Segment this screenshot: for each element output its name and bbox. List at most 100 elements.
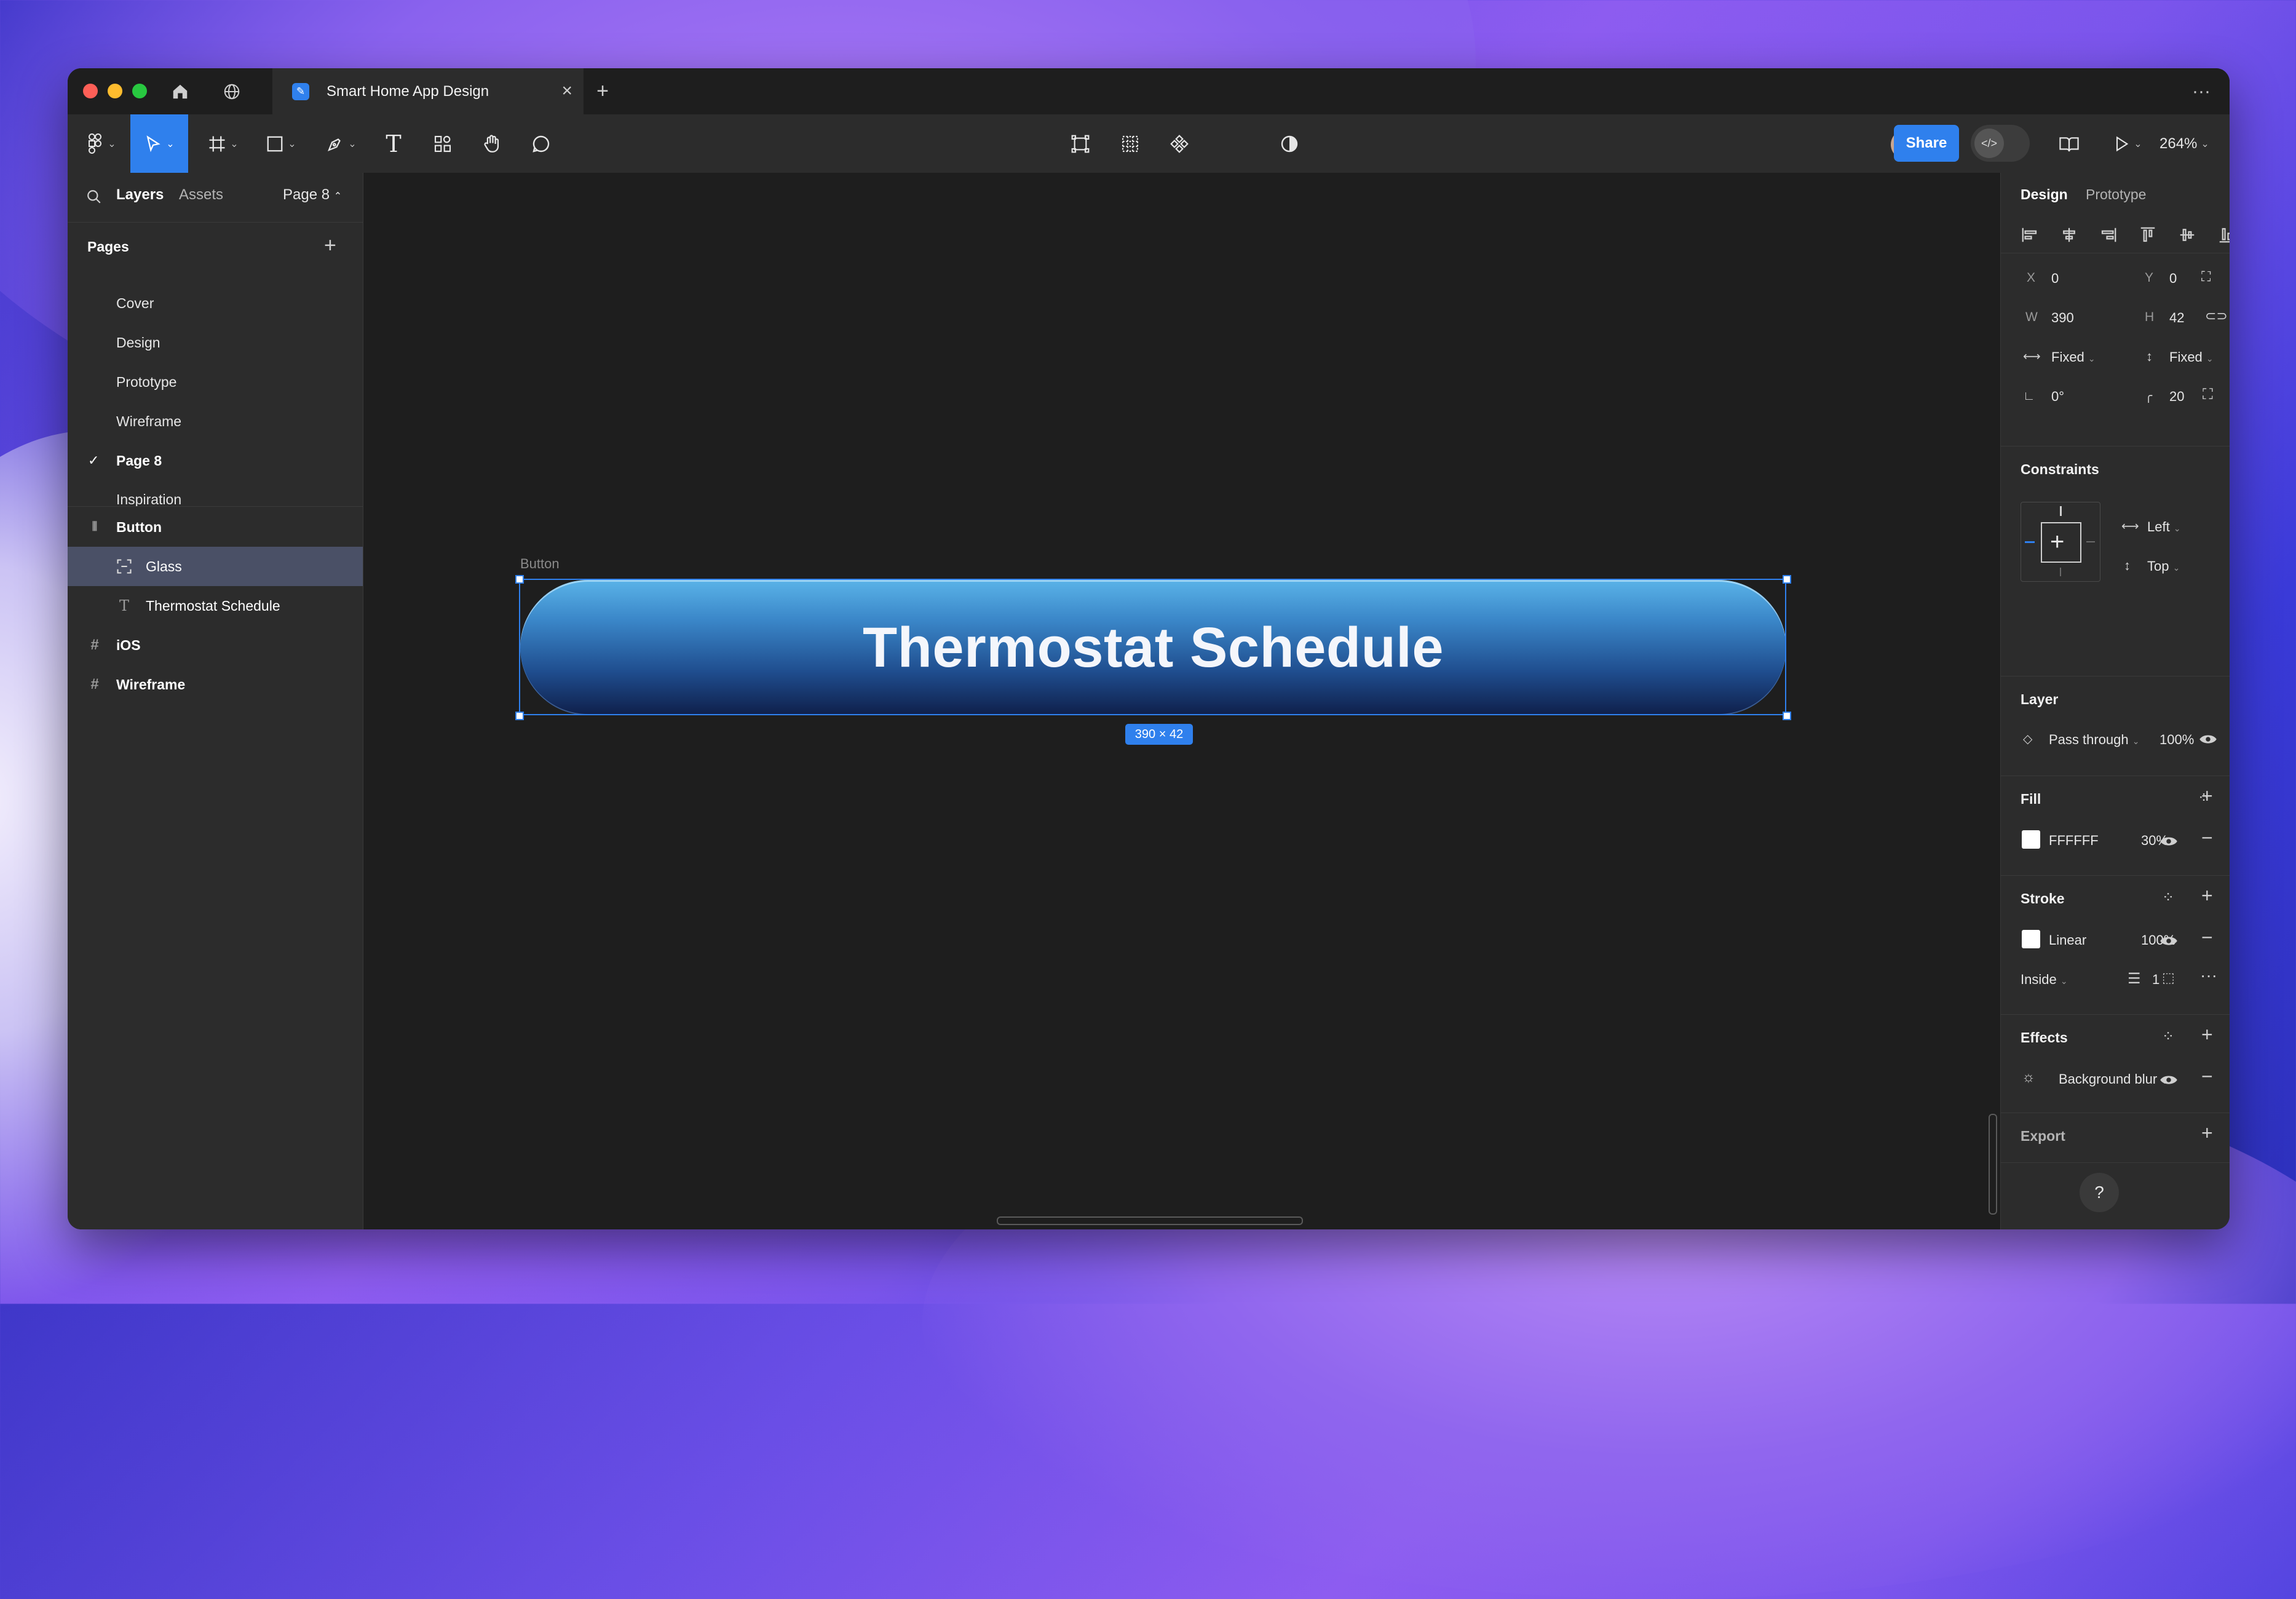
page-item-prototype[interactable]: Prototype	[68, 362, 363, 402]
fill-color-swatch[interactable]	[2022, 830, 2040, 849]
constraints-widget[interactable]: +	[2021, 502, 2100, 582]
align-left-icon[interactable]	[2021, 226, 2039, 244]
stroke-weight-input[interactable]: 1	[2152, 972, 2159, 988]
contrast-icon[interactable]	[1271, 114, 1308, 173]
stroke-type-input[interactable]: Linear	[2049, 932, 2086, 948]
constrain-proportions-icon[interactable]: ⊂⊃	[2205, 308, 2228, 325]
remove-fill-icon[interactable]: −	[2201, 828, 2213, 847]
layer-wireframe[interactable]: # Wireframe	[68, 665, 363, 704]
hand-tool-icon[interactable]	[473, 114, 510, 173]
tab-smart-home-app-design[interactable]: ✎ Smart Home App Design ×	[272, 68, 584, 114]
comment-tool-icon[interactable]	[523, 114, 560, 173]
visibility-eye-icon[interactable]	[2199, 732, 2217, 747]
focus-frame-icon[interactable]: ⛶	[2201, 268, 2211, 285]
new-tab-button[interactable]: +	[587, 68, 618, 114]
y-input[interactable]: 0	[2169, 271, 2177, 287]
component-icon[interactable]	[1161, 114, 1198, 173]
visibility-eye-icon[interactable]	[2159, 834, 2178, 849]
remove-stroke-icon[interactable]: −	[2201, 927, 2213, 947]
library-icon[interactable]	[2051, 114, 2088, 173]
bottom-constraint[interactable]	[2060, 568, 2061, 576]
align-right-icon[interactable]	[2099, 226, 2118, 244]
individual-strokes-icon[interactable]: ⬚	[2162, 969, 2175, 986]
resize-handle-top-left[interactable]	[515, 575, 524, 584]
frame-tool[interactable]: ⌄	[202, 114, 245, 173]
align-center-v-icon[interactable]	[2178, 226, 2196, 244]
stroke-position-select[interactable]: Inside ⌄	[2021, 972, 2068, 988]
glass-button[interactable]: Thermostat Schedule	[520, 580, 1786, 715]
vertical-scrollbar[interactable]	[1989, 1114, 1997, 1215]
more-menu-icon[interactable]: ···	[2183, 68, 2220, 114]
effect-type-select[interactable]: Background blur ⌄	[2059, 1071, 2168, 1087]
align-center-h-icon[interactable]	[2060, 226, 2078, 244]
visibility-eye-icon[interactable]	[2159, 1073, 2178, 1087]
align-bottom-icon[interactable]	[2217, 226, 2230, 244]
layer-ios[interactable]: # iOS	[68, 625, 363, 665]
tab-assets[interactable]: Assets	[179, 186, 223, 204]
vertical-sizing-select[interactable]: Fixed ⌄	[2169, 349, 2214, 365]
text-tool-icon[interactable]: T	[375, 114, 412, 173]
top-constraint[interactable]	[2060, 506, 2062, 516]
resize-handle-bottom-left[interactable]	[515, 712, 524, 720]
help-button[interactable]: ?	[2080, 1173, 2119, 1212]
page-item-wireframe[interactable]: Wireframe	[68, 402, 363, 441]
search-icon[interactable]	[86, 189, 102, 208]
present-button[interactable]: ⌄	[2106, 114, 2149, 173]
resize-handle-bottom-right[interactable]	[1783, 712, 1791, 720]
shape-tool[interactable]: ⌄	[259, 114, 303, 173]
dev-mode-toggle[interactable]: </>	[1971, 125, 2030, 162]
tab-design[interactable]: Design	[2021, 186, 2068, 203]
page-item-cover[interactable]: Cover	[68, 284, 363, 323]
page-item-design[interactable]: Design	[68, 323, 363, 362]
horizontal-sizing-select[interactable]: Fixed ⌄	[2051, 349, 2096, 365]
effect-settings-icon[interactable]: ☼	[2022, 1069, 2035, 1086]
zoom-menu[interactable]: 264% ⌄	[2159, 114, 2209, 173]
layer-thermostat-schedule[interactable]: T Thermostat Schedule	[68, 586, 363, 625]
remove-effect-icon[interactable]: −	[2201, 1066, 2213, 1086]
rotation-input[interactable]: 0°	[2051, 389, 2064, 405]
layer-glass[interactable]: Glass	[68, 547, 363, 586]
fill-hex-input[interactable]: FFFFFF	[2049, 833, 2099, 849]
blend-mode-select[interactable]: Pass through ⌄	[2049, 732, 2140, 748]
resources-icon[interactable]	[424, 114, 461, 173]
vertical-constraint-select[interactable]: Top ⌄	[2147, 558, 2180, 574]
add-stroke-icon[interactable]: +	[2201, 886, 2213, 905]
home-icon[interactable]	[165, 68, 196, 114]
stroke-color-swatch[interactable]	[2022, 930, 2040, 948]
horizontal-scrollbar[interactable]	[997, 1216, 1303, 1225]
canvas[interactable]: Button Thermostat Schedule 390 × 42	[363, 173, 2000, 1229]
move-tool[interactable]: ⌄	[130, 114, 188, 173]
zoom-window-button[interactable]	[132, 84, 147, 98]
add-fill-icon[interactable]: +	[2201, 786, 2213, 806]
layer-opacity-input[interactable]: 100%	[2159, 732, 2194, 748]
styles-grid-icon[interactable]: ⁘	[2162, 1028, 2174, 1046]
resize-handle-top-right[interactable]	[1783, 575, 1791, 584]
styles-grid-icon[interactable]: ⁘	[2162, 889, 2174, 907]
align-top-icon[interactable]	[2139, 226, 2157, 244]
corner-radius-input[interactable]: 20	[2169, 389, 2184, 405]
more-options-icon[interactable]: ···	[2200, 967, 2217, 984]
page-item-inspiration[interactable]: Inspiration	[68, 480, 363, 506]
close-tab-icon[interactable]: ×	[561, 81, 572, 101]
main-menu-button[interactable]: ⌄	[80, 114, 123, 173]
grid-layout-icon[interactable]	[1112, 114, 1149, 173]
right-constraint[interactable]	[2086, 541, 2095, 542]
page-item-page-8[interactable]: ✓ Page 8	[68, 441, 363, 480]
independent-corners-icon[interactable]: ⛶	[2203, 386, 2213, 403]
horizontal-constraint-select[interactable]: Left ⌄	[2147, 519, 2181, 535]
w-input[interactable]: 390	[2051, 310, 2074, 326]
page-switcher[interactable]: Page 8 ⌃	[283, 186, 342, 204]
tab-prototype[interactable]: Prototype	[2086, 186, 2146, 203]
frame-label[interactable]: Button	[520, 556, 560, 572]
close-window-button[interactable]	[83, 84, 98, 98]
add-effect-icon[interactable]: +	[2201, 1025, 2213, 1044]
pen-tool[interactable]: ⌄	[320, 114, 363, 173]
globe-icon[interactable]	[216, 68, 247, 114]
layer-button[interactable]: ⫴ Button	[68, 507, 363, 547]
visibility-eye-icon[interactable]	[2159, 934, 2178, 948]
share-button[interactable]: Share	[1894, 125, 1959, 162]
tab-layers[interactable]: Layers	[116, 186, 164, 204]
minimize-window-button[interactable]	[108, 84, 122, 98]
x-input[interactable]: 0	[2051, 271, 2059, 287]
h-input[interactable]: 42	[2169, 310, 2184, 326]
